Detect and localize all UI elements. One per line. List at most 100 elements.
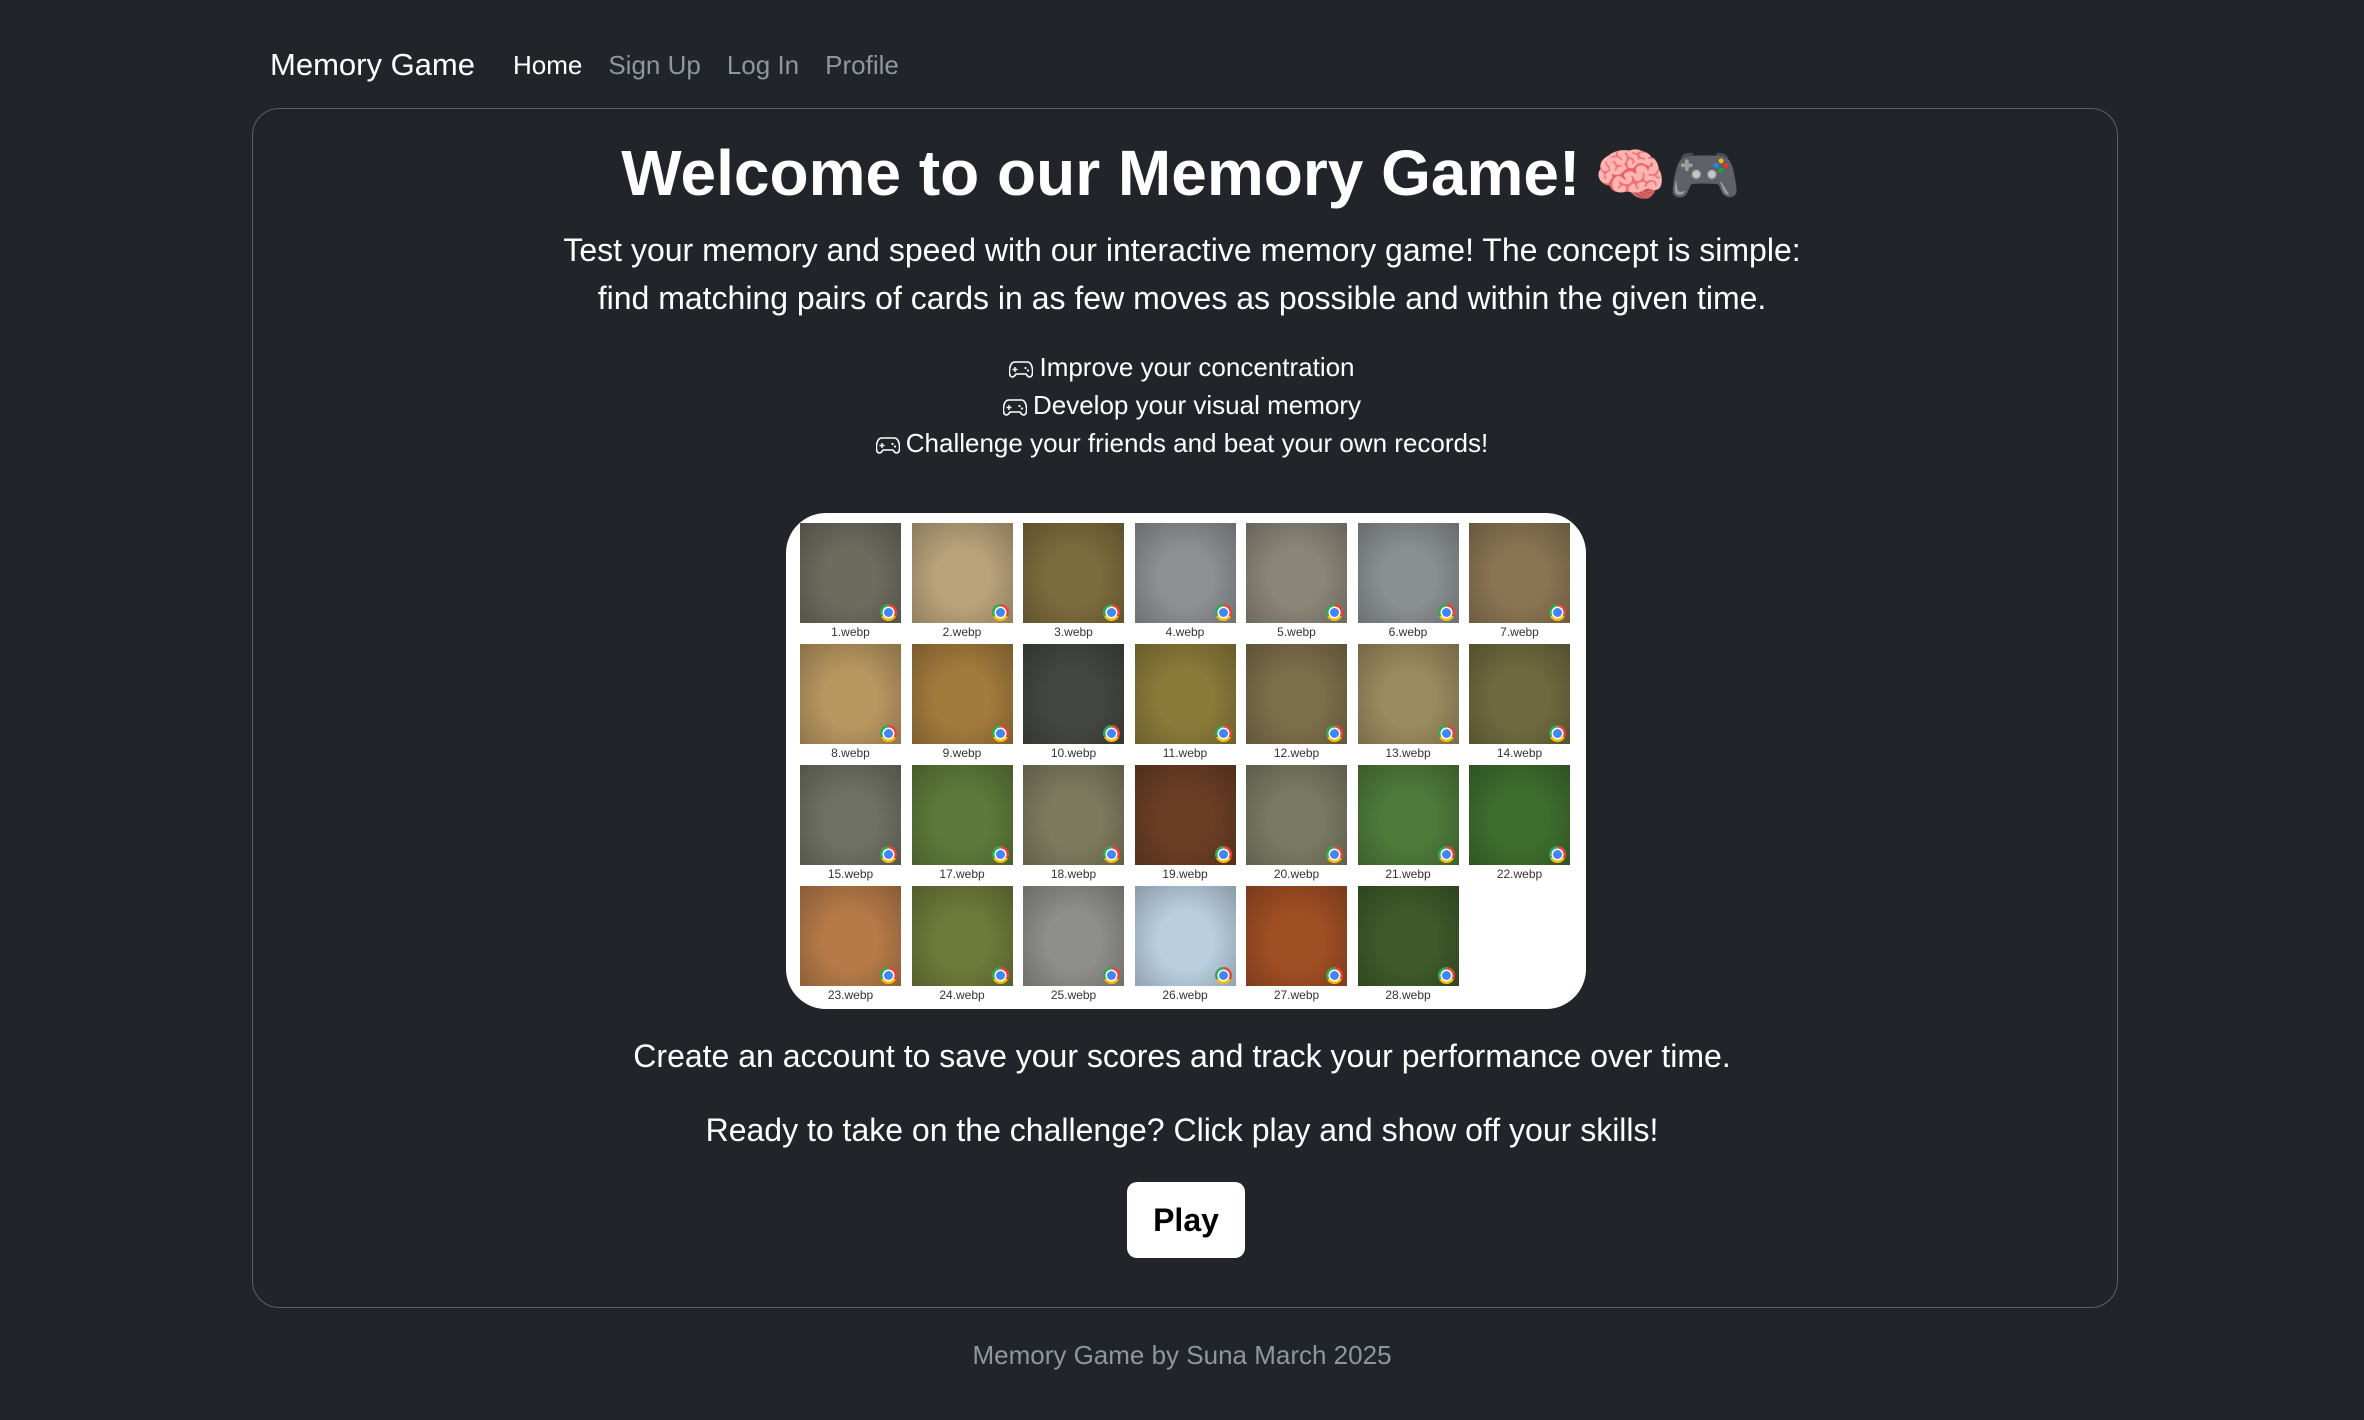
image-file-tile: 17.webp bbox=[911, 765, 1013, 881]
image-file-tile: 8.webp bbox=[800, 644, 901, 760]
animal-photo bbox=[1357, 644, 1459, 744]
image-file-tile: 18.webp bbox=[1023, 765, 1124, 881]
file-name-label: 4.webp bbox=[1165, 625, 1205, 639]
file-name-label: 24.webp bbox=[939, 988, 985, 1002]
chrome-icon bbox=[991, 725, 1009, 742]
file-name-label: 8.webp bbox=[831, 746, 870, 760]
chrome-icon bbox=[1437, 846, 1455, 863]
image-file-tile: 11.webp bbox=[1134, 644, 1236, 760]
image-file-tile: 27.webp bbox=[1246, 886, 1347, 1002]
image-file-tile: 7.webp bbox=[1469, 523, 1570, 639]
chrome-icon bbox=[880, 725, 897, 742]
image-file-tile: 23.webp bbox=[800, 886, 901, 1002]
image-file-tile: 15.webp bbox=[800, 765, 901, 881]
animal-photo bbox=[911, 644, 1013, 744]
file-name-label: 19.webp bbox=[1162, 867, 1208, 881]
animal-photo bbox=[1134, 765, 1236, 865]
chrome-icon bbox=[1326, 846, 1343, 863]
image-file-tile: 2.webp bbox=[911, 523, 1013, 639]
file-name-label: 20.webp bbox=[1273, 867, 1320, 881]
file-name-label: 22.webp bbox=[1496, 867, 1543, 881]
file-name-label: 2.webp bbox=[942, 625, 982, 639]
animal-photo bbox=[1023, 523, 1124, 623]
animal-photo bbox=[1246, 765, 1347, 865]
image-file-tile: 24.webp bbox=[911, 886, 1013, 1002]
chrome-icon bbox=[1326, 967, 1343, 984]
nav-link-home[interactable]: Home bbox=[513, 50, 582, 81]
file-name-label: 25.webp bbox=[1050, 988, 1097, 1002]
animal-photo bbox=[1246, 523, 1347, 623]
feature-item: Develop your visual memory bbox=[0, 390, 2364, 421]
chrome-icon bbox=[1103, 725, 1120, 742]
file-name-label: 7.webp bbox=[1500, 625, 1539, 639]
feature-item: Challenge your friends and beat your own… bbox=[0, 428, 2364, 459]
animal-photo bbox=[1134, 886, 1236, 986]
file-name-label: 11.webp bbox=[1162, 746, 1208, 760]
image-file-tile: 9.webp bbox=[911, 644, 1013, 760]
animal-photo bbox=[800, 523, 901, 623]
gamepad-icon bbox=[1009, 361, 1034, 378]
image-file-tile: 4.webp bbox=[1134, 523, 1236, 639]
chrome-icon bbox=[1549, 604, 1566, 621]
animal-photo bbox=[1023, 765, 1124, 865]
file-name-label: 3.webp bbox=[1054, 625, 1093, 639]
file-name-label: 17.webp bbox=[939, 867, 985, 881]
image-file-tile: 28.webp bbox=[1357, 886, 1459, 1002]
animal-photo bbox=[1357, 523, 1459, 623]
description-line-1: Test your memory and speed with our inte… bbox=[563, 232, 1801, 268]
chrome-icon bbox=[1214, 725, 1232, 742]
file-name-label: 6.webp bbox=[1388, 625, 1428, 639]
chrome-icon bbox=[880, 967, 897, 984]
nav-link-sign-up[interactable]: Sign Up bbox=[608, 50, 701, 81]
nav-link-log-in[interactable]: Log In bbox=[727, 50, 799, 81]
image-file-tile: 20.webp bbox=[1246, 765, 1347, 881]
page-title: Welcome to our Memory Game! 🧠🎮 bbox=[0, 136, 2364, 210]
image-file-tile: 1.webp bbox=[800, 523, 901, 639]
file-name-label: 10.webp bbox=[1050, 746, 1097, 760]
file-name-label: 15.webp bbox=[827, 867, 874, 881]
animal-photo bbox=[1357, 886, 1459, 986]
chrome-icon bbox=[1326, 604, 1343, 621]
chrome-icon bbox=[1214, 604, 1232, 621]
animal-photo bbox=[911, 886, 1013, 986]
image-file-tile: 21.webp bbox=[1357, 765, 1459, 881]
chrome-icon bbox=[880, 604, 897, 621]
file-name-label: 5.webp bbox=[1277, 625, 1316, 639]
image-file-tile: 3.webp bbox=[1023, 523, 1124, 639]
image-file-tile: 5.webp bbox=[1246, 523, 1347, 639]
image-file-tile: 14.webp bbox=[1469, 644, 1570, 760]
image-file-tile: 19.webp bbox=[1134, 765, 1236, 881]
chrome-icon bbox=[880, 846, 897, 863]
animal-photo bbox=[800, 765, 901, 865]
play-button[interactable]: Play bbox=[1127, 1182, 1245, 1258]
chrome-icon bbox=[1103, 846, 1120, 863]
animal-photo bbox=[1469, 765, 1570, 865]
chrome-icon bbox=[1214, 967, 1232, 984]
title-text: Welcome to our Memory Game! bbox=[621, 137, 1581, 209]
chrome-icon bbox=[1549, 725, 1566, 742]
image-file-tile: 25.webp bbox=[1023, 886, 1124, 1002]
chrome-icon bbox=[1326, 725, 1343, 742]
animal-photo bbox=[1023, 644, 1124, 744]
animal-photo bbox=[1134, 523, 1236, 623]
file-name-label: 13.webp bbox=[1385, 746, 1431, 760]
image-file-tile: 6.webp bbox=[1357, 523, 1459, 639]
brand-logo[interactable]: Memory Game bbox=[270, 47, 475, 83]
animal-photo bbox=[800, 886, 901, 986]
ready-cta-text: Ready to take on the challenge? Click pl… bbox=[705, 1112, 1659, 1148]
navbar: Memory Game Home Sign Up Log In Profile bbox=[270, 40, 925, 90]
chrome-icon bbox=[1103, 604, 1120, 621]
animal-photo bbox=[1469, 523, 1570, 623]
file-name-label: 21.webp bbox=[1385, 867, 1431, 881]
brain-gamepad-emoji: 🧠🎮 bbox=[1594, 143, 1743, 208]
file-name-label: 28.webp bbox=[1385, 988, 1431, 1002]
feature-text: Improve your concentration bbox=[1039, 352, 1355, 382]
image-file-tile: 22.webp bbox=[1469, 765, 1570, 881]
animal-photo bbox=[1246, 886, 1347, 986]
gamepad-icon bbox=[1002, 399, 1028, 416]
chrome-icon bbox=[1103, 967, 1120, 984]
image-file-tile: 12.webp bbox=[1246, 644, 1347, 760]
nav-link-profile[interactable]: Profile bbox=[825, 50, 899, 81]
file-name-label: 27.webp bbox=[1273, 988, 1320, 1002]
chrome-icon bbox=[991, 846, 1009, 863]
